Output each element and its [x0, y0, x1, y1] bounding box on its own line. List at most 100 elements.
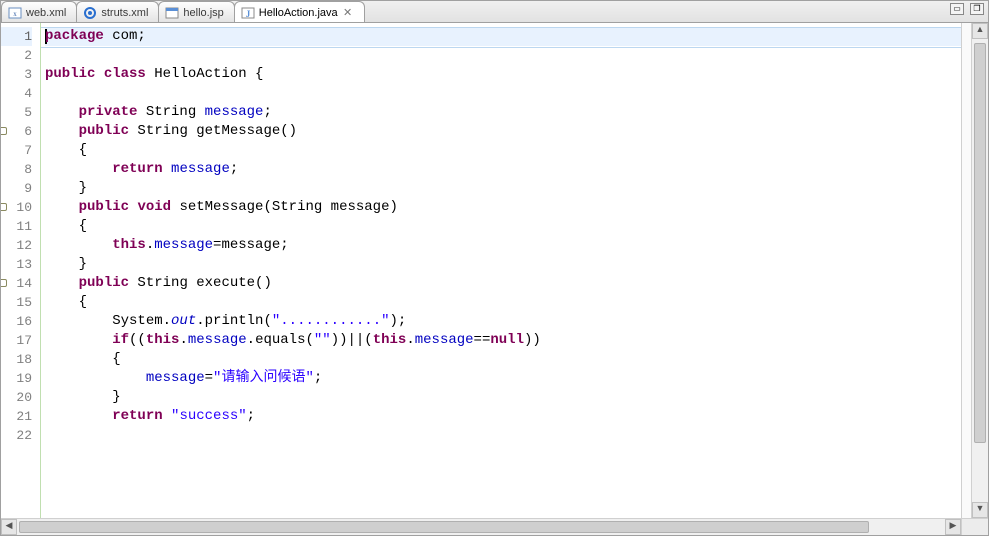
line-number: 8 — [1, 160, 32, 179]
token-plain: ))||( — [331, 332, 373, 348]
token-plain — [45, 237, 112, 253]
code-line[interactable]: } — [45, 255, 961, 274]
token-plain — [45, 123, 79, 139]
code-line[interactable]: System.out.println("............"); — [45, 312, 961, 331]
token-plain: } — [45, 180, 87, 196]
code-line[interactable]: public String execute() — [45, 274, 961, 293]
token-kw: public — [45, 66, 95, 82]
code-line[interactable]: message="请输入问候语"; — [45, 369, 961, 388]
token-plain: ; — [230, 161, 238, 177]
scroll-corner — [961, 519, 988, 535]
code-viewport[interactable]: package com; public class HelloAction { p… — [41, 23, 961, 518]
jsp-file-icon — [165, 6, 179, 20]
override-marker-icon — [1, 203, 7, 211]
line-number: 5 — [1, 103, 32, 122]
line-number: 1 — [1, 27, 32, 46]
code-line[interactable]: } — [45, 179, 961, 198]
token-plain: { — [45, 351, 121, 367]
token-plain: { — [45, 294, 87, 310]
line-number: 12 — [1, 236, 32, 255]
token-plain — [163, 408, 171, 424]
line-number: 13 — [1, 255, 32, 274]
code-line[interactable]: { — [45, 141, 961, 160]
line-gutter: 12345678910111213141516171819202122 — [1, 23, 41, 518]
code-line[interactable] — [45, 84, 961, 103]
tab-label: HelloAction.java — [259, 7, 338, 19]
token-plain: ; — [314, 370, 322, 386]
vertical-scroll-thumb[interactable] — [974, 43, 986, 443]
tab-bar: xweb.xmlstruts.xml hello.jsp J HelloAction.… — [1, 1, 988, 23]
line-number: 20 — [1, 388, 32, 407]
code-line[interactable]: if((this.message.equals(""))||(this.mess… — [45, 331, 961, 350]
token-fld: message — [171, 161, 230, 177]
token-kw: this — [146, 332, 180, 348]
token-plain — [45, 161, 112, 177]
token-kw: private — [79, 104, 138, 120]
override-marker-icon — [1, 127, 7, 135]
token-str: "success" — [171, 408, 247, 424]
scroll-down-arrow[interactable]: ▼ — [972, 502, 988, 518]
editor-frame: xweb.xmlstruts.xml hello.jsp J HelloAction.… — [0, 0, 989, 536]
token-plain — [95, 66, 103, 82]
maximize-button[interactable]: ❐ — [970, 3, 984, 15]
tab-helloaction-java[interactable]: J HelloAction.java ✕ — [234, 1, 365, 22]
code-line[interactable]: { — [45, 350, 961, 369]
code-line[interactable] — [45, 426, 961, 445]
line-number: 17 — [1, 331, 32, 350]
tab-struts-xml[interactable]: struts.xml — [76, 1, 159, 22]
scroll-right-arrow[interactable]: ▶ — [945, 519, 961, 535]
token-plain: (( — [129, 332, 146, 348]
scroll-left-arrow[interactable]: ◀ — [1, 519, 17, 535]
line-number: 14 — [1, 274, 32, 293]
java-file-icon: J — [241, 6, 255, 20]
xml-file-icon: x — [8, 6, 22, 20]
code-line[interactable]: package com; — [45, 27, 961, 46]
token-plain: String — [137, 104, 204, 120]
token-plain: } — [45, 256, 87, 272]
token-plain — [163, 161, 171, 177]
editor-area: 12345678910111213141516171819202122 pack… — [1, 23, 988, 518]
horizontal-scroll-thumb[interactable] — [19, 521, 869, 533]
horizontal-scroll-track[interactable] — [17, 519, 945, 535]
tab-web-xml[interactable]: xweb.xml — [1, 1, 77, 22]
token-kw: if — [112, 332, 129, 348]
code-line[interactable]: return "success"; — [45, 407, 961, 426]
token-plain — [45, 408, 112, 424]
token-kw: return — [112, 408, 162, 424]
token-fld: message — [154, 237, 213, 253]
token-plain: setMessage(String message) — [171, 199, 398, 215]
token-str: "............" — [272, 313, 390, 329]
token-plain: . — [179, 332, 187, 348]
tab-label: hello.jsp — [183, 7, 223, 19]
code-line[interactable]: public void setMessage(String message) — [45, 198, 961, 217]
token-kw: void — [137, 199, 171, 215]
token-kw: this — [373, 332, 407, 348]
line-number: 4 — [1, 84, 32, 103]
line-number: 18 — [1, 350, 32, 369]
code-line[interactable]: return message; — [45, 160, 961, 179]
code-line[interactable]: } — [45, 388, 961, 407]
minimize-button[interactable]: ▭ — [950, 3, 964, 15]
token-plain: . — [146, 237, 154, 253]
code-line[interactable]: public class HelloAction { — [45, 65, 961, 84]
token-plain: com; — [104, 28, 146, 44]
code-line[interactable]: private String message; — [45, 103, 961, 122]
overview-ruler[interactable] — [961, 23, 971, 518]
token-kw: public — [79, 275, 129, 291]
token-plain: } — [45, 389, 121, 405]
token-plain: =message; — [213, 237, 289, 253]
code-line[interactable]: this.message=message; — [45, 236, 961, 255]
token-plain: = — [205, 370, 213, 386]
code-line[interactable]: { — [45, 217, 961, 236]
close-icon[interactable]: ✕ — [342, 6, 354, 19]
tab-hello-jsp[interactable]: hello.jsp — [158, 1, 234, 22]
horizontal-scrollbar[interactable]: ◀ ▶ — [1, 518, 988, 535]
code-line[interactable]: public String getMessage() — [45, 122, 961, 141]
scroll-up-arrow[interactable]: ▲ — [972, 23, 988, 39]
vertical-scrollbar[interactable]: ▲ ▼ — [971, 23, 988, 518]
code-line[interactable] — [45, 46, 961, 65]
token-plain — [45, 199, 79, 215]
token-kw: public — [79, 199, 129, 215]
code-line[interactable]: { — [45, 293, 961, 312]
token-plain — [45, 275, 79, 291]
